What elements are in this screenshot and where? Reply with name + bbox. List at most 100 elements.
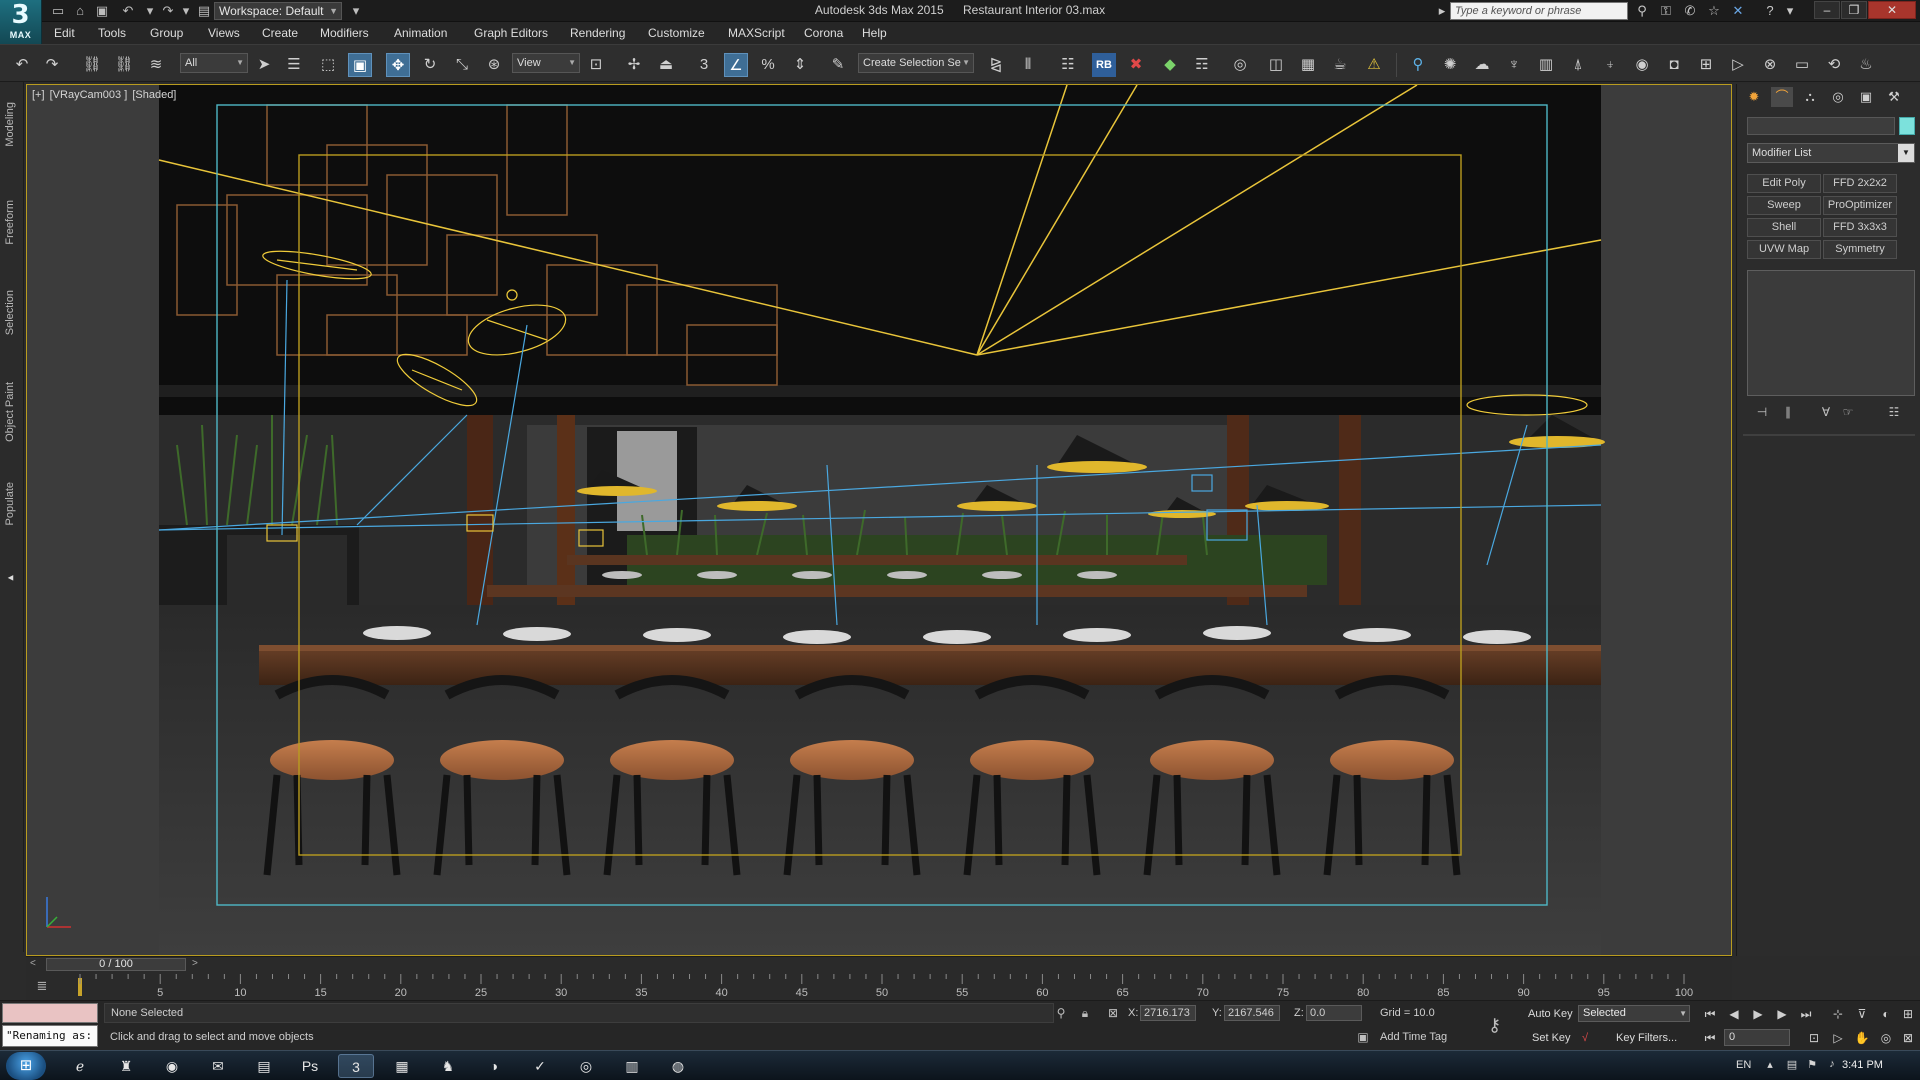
set-key-button[interactable]: Set Key: [1532, 1029, 1571, 1047]
modifier-button-ffd-2x2x2[interactable]: FFD 2x2x2: [1823, 174, 1897, 193]
menu-corona[interactable]: Corona: [804, 26, 843, 40]
scene-explorer-icon[interactable]: ✖: [1124, 53, 1148, 77]
tray-show-hidden-icon[interactable]: ▴: [1762, 1058, 1778, 1071]
add-time-tag-button[interactable]: Add Time Tag: [1380, 1031, 1447, 1043]
utilities-tab-icon[interactable]: ⚒: [1883, 87, 1905, 107]
y-coordinate-field[interactable]: 2167.546: [1224, 1005, 1280, 1021]
rb-plugin-icon[interactable]: RB: [1092, 53, 1116, 77]
material-editor-icon[interactable]: ◫: [1264, 53, 1288, 77]
restore-button[interactable]: ❐: [1841, 1, 1867, 19]
vray-plane-icon[interactable]: ⍖: [1598, 53, 1622, 77]
link-icon[interactable]: ⛓: [80, 53, 104, 77]
photoshop-taskbar-icon[interactable]: Ps: [292, 1054, 328, 1078]
go-to-end-icon[interactable]: ⏭: [1796, 1005, 1816, 1023]
isolate-selection-icon[interactable]: ⚲: [1052, 1005, 1070, 1021]
redo-icon[interactable]: ↷: [40, 53, 64, 77]
ribbon-tab-populate[interactable]: Populate: [4, 482, 16, 525]
vray-dome-icon[interactable]: ◉: [1630, 53, 1654, 77]
modifier-stack[interactable]: [1747, 270, 1915, 396]
acrobat-taskbar-icon[interactable]: ▤: [246, 1054, 282, 1078]
undo-history-icon[interactable]: ▾: [140, 2, 160, 20]
ribbon-tab-freeform[interactable]: Freeform: [4, 200, 16, 245]
menu-tools[interactable]: Tools: [98, 26, 126, 40]
previous-frame-icon[interactable]: ◀: [1724, 1005, 1744, 1023]
ribbon-tab-modeling[interactable]: Modeling: [4, 102, 16, 147]
modifier-button-uvw-map[interactable]: UVW Map: [1747, 240, 1821, 259]
pan-hand-icon[interactable]: ✋: [1852, 1029, 1872, 1047]
vray-render-region-icon[interactable]: ⊞: [1694, 53, 1718, 77]
x-coordinate-field[interactable]: 2716.173: [1140, 1005, 1196, 1021]
snaps-toggle-icon[interactable]: 3: [692, 53, 716, 77]
modifier-button-edit-poly[interactable]: Edit Poly: [1747, 174, 1821, 193]
menu-maxscript[interactable]: MAXScript: [728, 26, 785, 40]
menu-modifiers[interactable]: Modifiers: [320, 26, 369, 40]
menu-create[interactable]: Create: [262, 26, 298, 40]
schematic-view-icon[interactable]: ◎: [1228, 53, 1252, 77]
mirror-icon[interactable]: ⧎: [984, 53, 1008, 77]
menu-animation[interactable]: Animation: [394, 26, 447, 40]
windows-start-button[interactable]: ⊞: [6, 1052, 46, 1080]
favorites-star-icon[interactable]: ☆: [1704, 2, 1724, 20]
vray-mesh-icon[interactable]: ⟲: [1822, 53, 1846, 77]
viewport-shading-mode[interactable]: [Shaded]: [132, 89, 176, 101]
tray-clock[interactable]: 3:41 PM: [1842, 1059, 1883, 1071]
app-taskbar-icon-5[interactable]: ▥: [614, 1054, 650, 1078]
hierarchy-tab-icon[interactable]: ⛬: [1799, 87, 1821, 107]
binoculars-icon[interactable]: ⚲: [1632, 2, 1652, 20]
tray-volume-icon[interactable]: ♪: [1824, 1058, 1840, 1070]
project-folder-icon[interactable]: ▤: [194, 2, 214, 20]
select-and-rotate-icon[interactable]: ↻: [418, 53, 442, 77]
menu-help[interactable]: Help: [862, 26, 887, 40]
show-end-result-icon[interactable]: ∥: [1777, 402, 1799, 422]
redo-icon[interactable]: ↷: [158, 2, 178, 20]
chrome-taskbar-icon[interactable]: ◉: [154, 1054, 190, 1078]
vray-ies-icon[interactable]: ▷: [1726, 53, 1750, 77]
select-and-move-icon[interactable]: ✥: [386, 53, 410, 77]
remove-modifier-icon[interactable]: ☞: [1837, 402, 1859, 422]
configure-modifier-sets-icon[interactable]: ☷: [1883, 402, 1905, 422]
rectangular-selection-icon[interactable]: ⬚: [316, 53, 340, 77]
help-dropdown-icon[interactable]: ▾: [1780, 2, 1800, 20]
time-tag-icon[interactable]: ▣: [1354, 1029, 1372, 1045]
undo-icon[interactable]: ↶: [10, 53, 34, 77]
app-taskbar-icon-3[interactable]: ✓: [522, 1054, 558, 1078]
viewport-label[interactable]: [+] [VRayCam003 ] [Shaded]: [32, 89, 178, 101]
menu-rendering[interactable]: Rendering: [570, 26, 625, 40]
time-slider-prev-icon[interactable]: <: [30, 958, 36, 969]
explorer-taskbar-icon[interactable]: ▦: [384, 1054, 420, 1078]
render-setup-icon[interactable]: ▦: [1296, 53, 1320, 77]
set-keys-key-icon[interactable]: ⚷: [1488, 1015, 1501, 1036]
menu-graph-editors[interactable]: Graph Editors: [474, 26, 548, 40]
workspace-dropdown[interactable]: Workspace: Default ▼: [214, 2, 342, 20]
vray-sun-icon[interactable]: ✺: [1438, 53, 1462, 77]
display-tab-icon[interactable]: ▣: [1855, 87, 1877, 107]
pivot-center-icon[interactable]: ⊡: [584, 53, 608, 77]
menu-edit[interactable]: Edit: [54, 26, 75, 40]
exchange-icon[interactable]: ✕: [1728, 2, 1748, 20]
menu-group[interactable]: Group: [150, 26, 183, 40]
network-taskbar-icon[interactable]: ♜: [108, 1054, 144, 1078]
camera-viewport[interactable]: [+] [VRayCam003 ] [Shaded]: [26, 84, 1732, 956]
vray-fur-icon[interactable]: ♆: [1502, 53, 1526, 77]
application-button[interactable]: 3 MAX: [0, 0, 42, 44]
infocenter-search-input[interactable]: Type a keyword or phrase: [1450, 2, 1628, 20]
named-selection-sets-dropdown[interactable]: Create Selection Se ▼: [858, 53, 974, 73]
curve-editor-icon[interactable]: ☶: [1190, 53, 1214, 77]
new-file-icon[interactable]: ▭: [48, 2, 68, 20]
maxscript-listener-input[interactable]: [2, 1003, 98, 1023]
subscription-icon[interactable]: ⚿: [1656, 2, 1676, 20]
viewport-camera-name[interactable]: [VRayCam003 ]: [50, 89, 128, 101]
orbit-icon[interactable]: ◐: [1876, 1005, 1896, 1023]
default-in-out-tangent-icon[interactable]: √: [1582, 1029, 1588, 1047]
graphite-tools-icon[interactable]: ◆: [1158, 53, 1182, 77]
modifier-list-dropdown[interactable]: Modifier List ▼: [1747, 143, 1915, 163]
vray-light-lister-icon[interactable]: ♨: [1854, 53, 1878, 77]
z-coordinate-field[interactable]: 0.0: [1306, 1005, 1362, 1021]
object-name-field[interactable]: [1747, 117, 1895, 135]
select-object-icon[interactable]: ➤: [252, 53, 276, 77]
motion-tab-icon[interactable]: ◎: [1827, 87, 1849, 107]
vray-material-icon[interactable]: ◘: [1662, 53, 1686, 77]
modifier-button-symmetry[interactable]: Symmetry: [1823, 240, 1897, 259]
modify-tab-icon[interactable]: ⌒: [1771, 87, 1793, 107]
reference-coordinate-dropdown[interactable]: View ▼: [512, 53, 580, 73]
